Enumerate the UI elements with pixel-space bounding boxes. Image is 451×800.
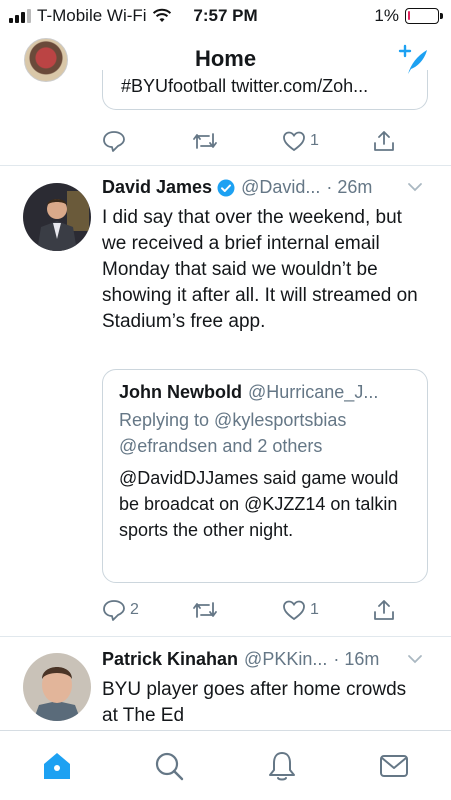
battery-percent: 1%	[374, 6, 399, 25]
prev-like-count: 1	[310, 132, 319, 149]
tweet-avatar[interactable]	[23, 653, 91, 721]
reply-count: 2	[130, 601, 139, 618]
reply-icon	[103, 600, 125, 621]
quoted-author-handle: @Hurricane_J...	[248, 382, 379, 402]
tweet-author-name[interactable]: David James	[102, 177, 212, 198]
retweet-icon	[193, 602, 217, 618]
tweet-author-handle[interactable]: @David...	[241, 177, 320, 198]
reply-icon	[103, 131, 125, 152]
tweet-header: Patrick Kinahan @PKKin... · 16m	[102, 649, 437, 670]
tweet-david-james[interactable]: David James @David... · 26m I did say th…	[0, 165, 451, 635]
like-count: 1	[310, 601, 319, 618]
like-button[interactable]: 1	[282, 599, 372, 621]
bottom-tab-bar	[0, 730, 451, 800]
prev-tweet-actions: 1	[102, 127, 402, 155]
home-icon[interactable]	[40, 749, 74, 783]
share-icon	[374, 600, 394, 620]
share-button[interactable]	[372, 598, 396, 622]
tweet-author-handle[interactable]: @PKKin...	[244, 649, 327, 670]
tweet-text: BYU player goes after home crowds at The…	[102, 679, 407, 726]
tweet-patrick-kinahan[interactable]: Patrick Kinahan @PKKin... · 16m BYU play…	[0, 637, 451, 730]
tweet-text: I did say that over the weekend, but we …	[102, 207, 418, 332]
page-title: Home	[194, 46, 257, 71]
verified-badge-icon	[217, 179, 235, 196]
tweet-header: David James @David... · 26m	[102, 177, 437, 198]
status-bar: T-Mobile Wi-Fi 7:57 PM 1%	[0, 0, 451, 32]
retweet-icon	[193, 133, 217, 149]
battery-icon	[405, 8, 443, 24]
like-icon	[283, 600, 305, 621]
like-icon	[283, 131, 305, 152]
prev-retweet-button[interactable]	[192, 130, 282, 152]
search-icon[interactable]	[152, 749, 186, 783]
chevron-down-icon[interactable]	[407, 653, 423, 665]
prev-share-button[interactable]	[372, 129, 396, 153]
tweet-author-name[interactable]: Patrick Kinahan	[102, 649, 238, 670]
partial-quoted-text: #BYUfootball twitter.com/Zoh...	[121, 76, 369, 96]
status-right: 1%	[374, 6, 443, 26]
quoted-tweet-header: John Newbold @Hurricane_J...	[119, 382, 411, 403]
tweet-avatar[interactable]	[23, 183, 91, 251]
prev-like-button[interactable]: 1	[282, 130, 372, 152]
quoted-tweet[interactable]: John Newbold @Hurricane_J... Replying to …	[102, 369, 428, 583]
notifications-icon[interactable]	[265, 749, 299, 783]
quoted-tweet-text: @DavidDJJames said game would be broadca…	[119, 468, 399, 540]
share-icon	[374, 131, 394, 151]
quoted-replying-to: Replying to @kylesportsbias @efrandsen a…	[119, 410, 347, 456]
tweet-actions: 2 1	[102, 596, 402, 624]
prev-reply-button[interactable]	[102, 130, 192, 152]
reply-button[interactable]: 2	[102, 599, 192, 621]
tweet-timestamp: · 16m	[333, 649, 380, 669]
retweet-button[interactable]	[192, 599, 282, 621]
chevron-down-icon[interactable]	[407, 181, 423, 193]
tweet-timestamp: · 26m	[326, 177, 373, 197]
messages-icon[interactable]	[377, 749, 411, 783]
quoted-author-name: John Newbold	[119, 382, 242, 402]
partial-quoted-link[interactable]: #BYUfootball twitter.com/Zoh...	[102, 70, 428, 110]
